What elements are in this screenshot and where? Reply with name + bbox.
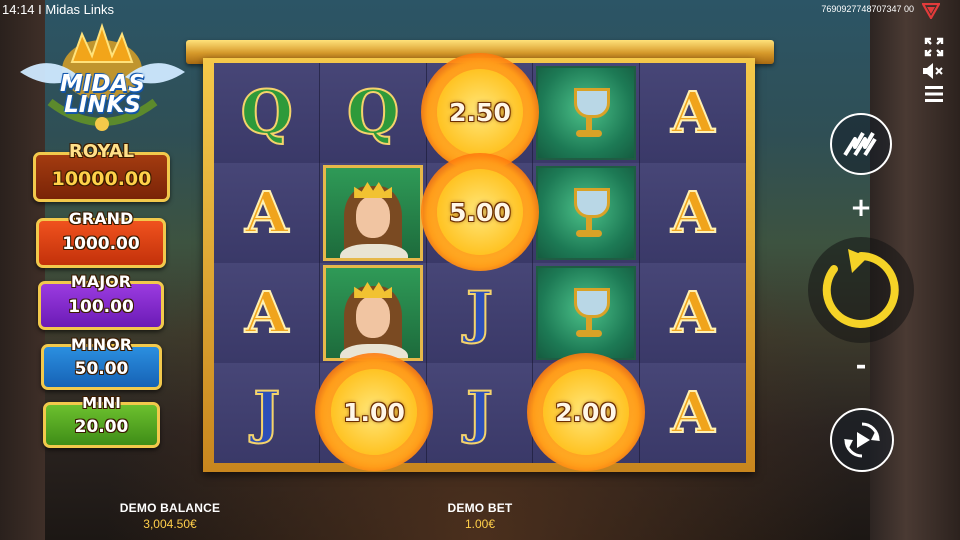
reel-cell: J bbox=[214, 363, 321, 463]
symbol-q: Q bbox=[346, 78, 400, 148]
jackpot-grand: GRAND 1000.00 bbox=[36, 209, 166, 268]
jackpot-minor: MINOR 50.00 bbox=[41, 335, 162, 390]
symbol-chalice bbox=[535, 166, 636, 260]
logo-text: MIDAS LINKS bbox=[40, 73, 165, 118]
balance-label: DEMO BALANCE bbox=[119, 501, 221, 515]
jackpot-major-label: MAJOR bbox=[70, 272, 132, 291]
bet-label: DEMO BET bbox=[447, 501, 513, 515]
reel-cell bbox=[533, 63, 640, 163]
symbol-a: A bbox=[670, 280, 715, 346]
turbo-button[interactable] bbox=[830, 113, 892, 175]
reel-cell bbox=[533, 263, 640, 363]
reel-cell: A bbox=[214, 263, 321, 363]
jackpot-mini-value: 20.00 bbox=[74, 417, 129, 437]
jackpot-major: MAJOR 100.00 bbox=[38, 272, 164, 330]
balance-value: 3,004.50€ bbox=[143, 517, 197, 531]
symbol-q: Q bbox=[240, 78, 294, 148]
queen-dress bbox=[340, 244, 409, 258]
symbol-a: A bbox=[670, 180, 715, 246]
symbol-queen bbox=[323, 265, 424, 361]
reel-cell bbox=[320, 163, 427, 263]
spin-button[interactable] bbox=[808, 237, 914, 343]
jackpot-major-value: 100.00 bbox=[68, 297, 134, 317]
reel-cell: A bbox=[639, 363, 746, 463]
reel-cell bbox=[320, 263, 427, 363]
reel-cell: A bbox=[639, 263, 746, 363]
jackpot-royal-label: ROYAL bbox=[68, 141, 135, 162]
menu-icon[interactable] bbox=[924, 85, 944, 103]
fireball-symbol: 5.00 bbox=[421, 153, 539, 271]
fireball-symbol: 2.00 bbox=[527, 353, 645, 471]
fireball-value: 1.00 bbox=[343, 397, 405, 427]
reel-cell: J bbox=[426, 363, 534, 463]
game-logo: MIDAS LINKS bbox=[10, 12, 195, 137]
chalice-cup bbox=[573, 88, 610, 118]
sound-muted-icon[interactable] bbox=[922, 61, 944, 81]
fullscreen-icon[interactable] bbox=[924, 37, 944, 57]
increase-bet-button[interactable]: + bbox=[850, 195, 872, 221]
spin-icon bbox=[822, 249, 899, 328]
symbol-j: J bbox=[465, 280, 493, 346]
jackpot-minor-value: 50.00 bbox=[74, 359, 129, 379]
reel-cell: Q bbox=[214, 63, 321, 163]
jackpot-minor-label: MINOR bbox=[70, 335, 133, 354]
symbol-a: A bbox=[244, 280, 289, 346]
jackpot-mini-label: MINI bbox=[82, 394, 121, 412]
symbol-a: A bbox=[244, 180, 289, 246]
fireball-value: 2.50 bbox=[449, 97, 511, 127]
decrease-bet-button[interactable]: - bbox=[850, 353, 872, 379]
turbo-icon bbox=[843, 132, 877, 157]
chalice-base bbox=[575, 130, 602, 137]
reel-cell bbox=[533, 163, 640, 263]
reel-cell: A bbox=[639, 63, 746, 163]
logo-line2: LINKS bbox=[64, 92, 141, 118]
symbol-j: J bbox=[465, 380, 493, 446]
symbol-queen bbox=[323, 165, 424, 261]
reel-cell: A bbox=[214, 163, 321, 263]
fireball-value: 5.00 bbox=[449, 197, 511, 227]
symbol-a: A bbox=[670, 380, 715, 446]
autoplay-button[interactable] bbox=[830, 408, 894, 472]
chalice-cup bbox=[573, 288, 610, 318]
reel-cell: J bbox=[426, 263, 534, 363]
jackpot-mini: MINI 20.00 bbox=[43, 394, 160, 448]
queen-face bbox=[356, 296, 391, 338]
bet-value: 1.00€ bbox=[464, 517, 496, 531]
symbol-chalice bbox=[535, 266, 636, 360]
symbol-chalice bbox=[535, 66, 636, 160]
session-id: 7690927748707347 00 bbox=[821, 4, 914, 14]
symbol-j: J bbox=[252, 380, 280, 446]
reel-cell: A bbox=[639, 163, 746, 263]
symbol-a: A bbox=[670, 80, 715, 146]
chalice-base bbox=[575, 330, 602, 337]
jackpot-grand-label: GRAND bbox=[68, 209, 134, 228]
chalice-cup bbox=[573, 188, 610, 218]
provider-logo-icon bbox=[922, 3, 940, 19]
queen-face bbox=[356, 196, 391, 238]
fireball-value: 2.00 bbox=[555, 397, 617, 427]
fireball-symbol: 1.00 bbox=[315, 353, 433, 471]
jackpot-royal-value: 10000.00 bbox=[51, 168, 152, 190]
jackpot-royal: ROYAL 10000.00 bbox=[33, 141, 170, 202]
autoplay-icon bbox=[844, 422, 880, 458]
chalice-base bbox=[575, 230, 602, 237]
reel-cell: Q bbox=[320, 63, 427, 163]
jackpot-grand-value: 1000.00 bbox=[62, 234, 140, 254]
